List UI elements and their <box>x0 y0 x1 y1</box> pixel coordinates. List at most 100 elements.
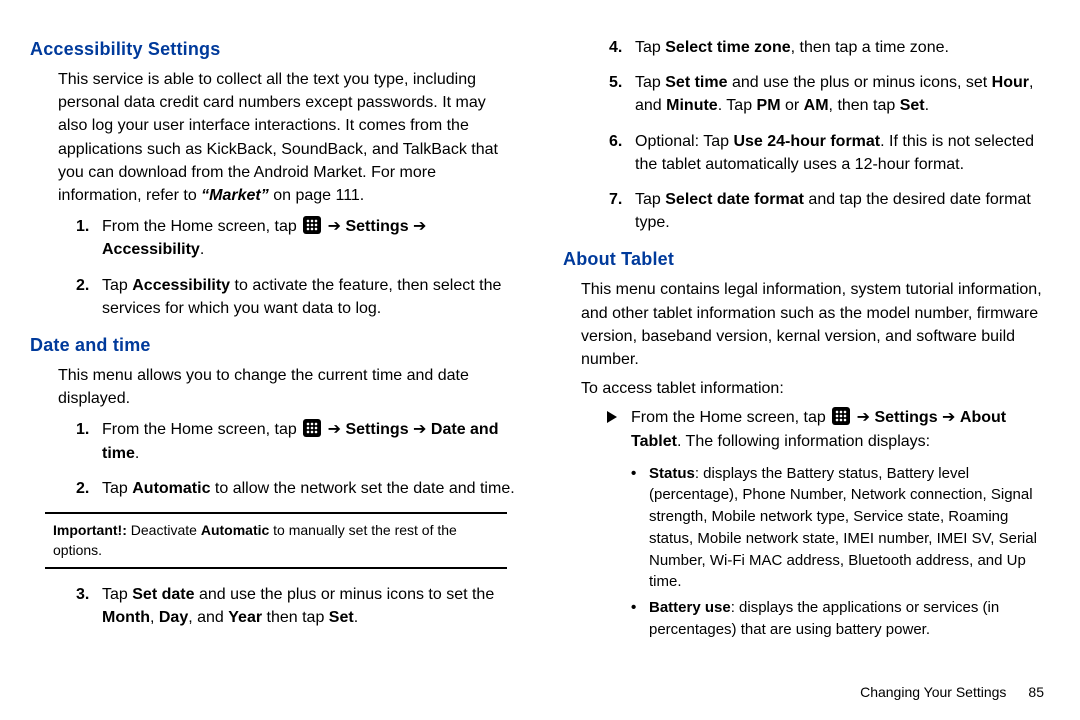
about-bullets: Status: displays the Battery status, Bat… <box>563 463 1050 641</box>
paragraph-about-intro: This menu contains legal information, sy… <box>563 278 1050 371</box>
steps-datetime-b: 3. Tap Set date and use the plus or minu… <box>30 583 517 629</box>
step-number: 5. <box>609 71 622 94</box>
text-status: Status <box>649 465 695 482</box>
steps-datetime-c: 4. Tap Select time zone, then tap a time… <box>563 36 1050 234</box>
text: Deactivate <box>127 522 201 538</box>
text-automatic: Automatic <box>201 522 269 538</box>
step-number: 2. <box>76 477 89 500</box>
text: Tap <box>635 39 665 56</box>
text-set: Set <box>329 609 354 626</box>
text: and use the plus or minus icons to set t… <box>195 586 495 603</box>
paragraph-datetime-intro: This menu allows you to change the curre… <box>30 364 517 410</box>
step-number: 3. <box>76 583 89 606</box>
text: ➔ <box>323 218 345 235</box>
step-number: 6. <box>609 130 622 153</box>
text: . <box>354 609 358 626</box>
step-item: 4. Tap Select time zone, then tap a time… <box>609 36 1050 59</box>
text-set-date: Set date <box>132 586 194 603</box>
step-item: 1. From the Home screen, tap ➔ Settings … <box>76 418 517 464</box>
list-item: Status: displays the Battery status, Bat… <box>631 463 1050 594</box>
step-item: 2. Tap Accessibility to activate the fea… <box>76 274 517 320</box>
text-select-time-zone: Select time zone <box>665 39 790 56</box>
text-select-date-format: Select date format <box>665 191 804 208</box>
pointer-step: From the Home screen, tap ➔ Settings ➔ A… <box>563 406 1050 452</box>
text-automatic: Automatic <box>132 480 210 497</box>
paragraph-about-access: To access tablet information: <box>563 377 1050 400</box>
heading-date-and-time: Date and time <box>30 332 517 358</box>
text-ref-market: “Market” <box>201 187 269 204</box>
text: , <box>150 609 159 626</box>
text: . Tap <box>718 97 757 114</box>
text: then tap <box>262 609 329 626</box>
text: to allow the network set the date and ti… <box>210 480 514 497</box>
footer-chapter: Changing Your Settings <box>860 684 1006 700</box>
footer-page-number: 85 <box>1028 684 1044 700</box>
text-pm: PM <box>757 97 781 114</box>
apps-grid-icon <box>303 216 321 234</box>
step-item: 6. Optional: Tap Use 24-hour format. If … <box>609 130 1050 176</box>
step-item: 1. From the Home screen, tap ➔ Settings … <box>76 215 517 261</box>
text-settings: Settings <box>345 218 408 235</box>
text: This service is able to collect all the … <box>58 71 498 204</box>
text: and use the plus or minus icons, set <box>728 74 992 91</box>
two-column-layout: Accessibility Settings This service is a… <box>30 36 1050 676</box>
text: . The following information displays: <box>677 433 930 450</box>
apps-grid-icon <box>832 407 850 425</box>
page-footer: Changing Your Settings 85 <box>860 682 1044 702</box>
text: Tap <box>102 480 132 497</box>
text: From the Home screen, tap <box>102 218 301 235</box>
paragraph-accessibility-intro: This service is able to collect all the … <box>30 68 517 207</box>
text: : displays the Battery status, Battery l… <box>649 465 1037 591</box>
text: , then tap <box>829 97 900 114</box>
step-number: 2. <box>76 274 89 297</box>
text: ➔ <box>409 218 427 235</box>
text: Tap <box>635 74 665 91</box>
heading-about-tablet: About Tablet <box>563 246 1050 272</box>
step-number: 4. <box>609 36 622 59</box>
text-use-24-hour-format: Use 24-hour format <box>733 133 880 150</box>
text-am: AM <box>804 97 829 114</box>
step-number: 1. <box>76 215 89 238</box>
text-day: Day <box>159 609 188 626</box>
step-item: 5. Tap Set time and use the plus or minu… <box>609 71 1050 117</box>
step-number: 7. <box>609 188 622 211</box>
text-battery-use: Battery use <box>649 599 731 616</box>
text: Tap <box>102 586 132 603</box>
text-year: Year <box>228 609 262 626</box>
steps-accessibility: 1. From the Home screen, tap ➔ Settings … <box>30 215 517 320</box>
steps-datetime-a: 1. From the Home screen, tap ➔ Settings … <box>30 418 517 500</box>
text-month: Month <box>102 609 150 626</box>
step-item: 2. Tap Automatic to allow the network se… <box>76 477 517 500</box>
text-settings: Settings <box>345 421 408 438</box>
text-set: Set <box>900 97 925 114</box>
text-hour: Hour <box>992 74 1029 91</box>
text: From the Home screen, tap <box>631 409 830 426</box>
heading-accessibility-settings: Accessibility Settings <box>30 36 517 62</box>
step-item: 7. Tap Select date format and tap the de… <box>609 188 1050 234</box>
note-label: Important!: <box>53 522 127 538</box>
text: . <box>925 97 929 114</box>
text: ➔ <box>938 409 960 426</box>
text: . <box>135 445 139 462</box>
step-number: 1. <box>76 418 89 441</box>
text-accessibility: Accessibility <box>102 241 200 258</box>
text: or <box>781 97 804 114</box>
text: Tap <box>635 191 665 208</box>
text: ➔ <box>852 409 874 426</box>
text: ➔ <box>409 421 431 438</box>
important-note: Important!: Deactivate Automatic to manu… <box>45 512 507 569</box>
text-accessibility: Accessibility <box>132 277 230 294</box>
text-set-time: Set time <box>665 74 727 91</box>
text: ➔ <box>323 421 345 438</box>
text: Optional: Tap <box>635 133 733 150</box>
text: , then tap a time zone. <box>791 39 949 56</box>
text-settings: Settings <box>874 409 937 426</box>
step-item: 3. Tap Set date and use the plus or minu… <box>76 583 517 629</box>
text: Tap <box>102 277 132 294</box>
text: . <box>200 241 204 258</box>
text-minute: Minute <box>666 97 718 114</box>
apps-grid-icon <box>303 419 321 437</box>
text: on page 111. <box>269 187 365 204</box>
text: , and <box>188 609 228 626</box>
text: From the Home screen, tap <box>102 421 301 438</box>
